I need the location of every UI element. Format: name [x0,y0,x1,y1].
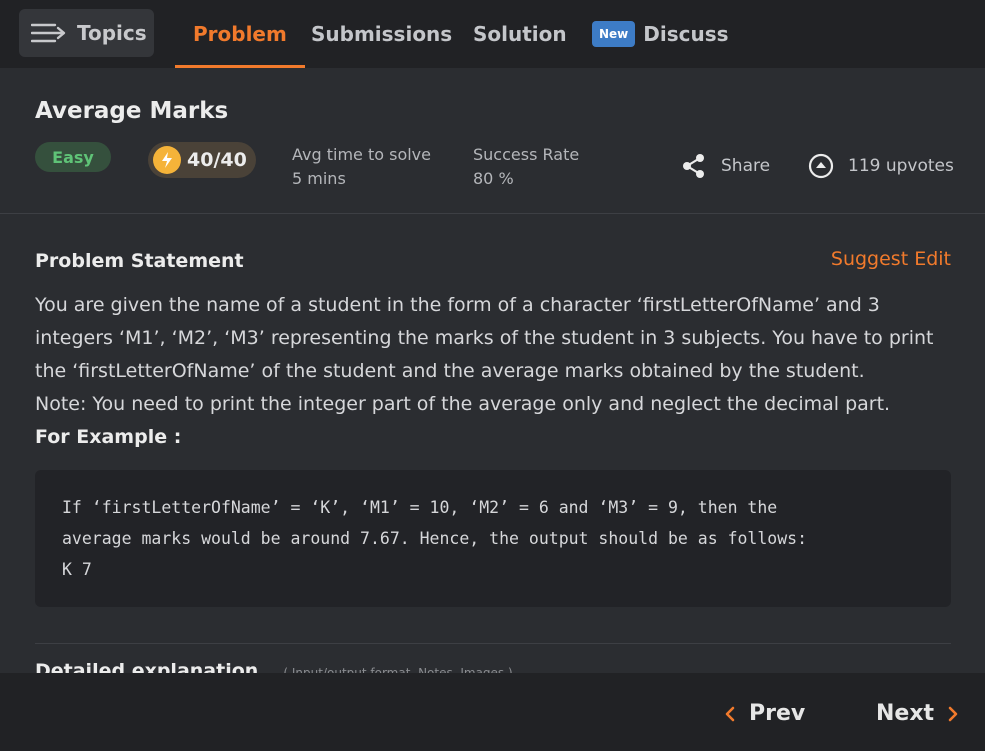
chevron-right-icon [948,706,958,721]
upvotes-label: 119 upvotes [848,156,954,176]
upvote-icon [808,153,834,179]
upvote-button[interactable]: 119 upvotes [808,153,954,179]
lightning-icon [153,146,181,174]
menu-arrow-icon [31,23,66,43]
tab-submissions[interactable]: Submissions [311,0,452,68]
share-button[interactable]: Share [681,153,770,179]
avg-time-value: 5 mins [292,169,346,188]
tab-solution-label: Solution [473,22,567,46]
code-line: If ‘firstLetterOfName’ = ‘K’, ‘M1’ = 10,… [62,498,778,517]
share-icon [683,154,704,178]
prev-button[interactable]: Prev [723,701,805,726]
description-line: You are given the name of a student in t… [35,294,880,316]
tab-solution[interactable]: Solution [473,0,567,68]
new-badge: New [592,21,636,47]
share-label: Share [721,156,771,176]
problem-title: Average Marks [35,98,229,124]
difficulty-badge: Easy [35,142,111,172]
description-line: Note: You need to print the integer part… [35,393,891,415]
problem-statement-heading: Problem Statement [35,250,244,272]
next-label: Next [876,701,935,726]
example-heading: For Example : [35,426,182,448]
topics-button[interactable]: Topics [19,9,154,57]
next-button[interactable]: Next [876,701,960,726]
chevron-left-icon [725,706,735,721]
success-rate-value: 80 % [473,169,514,188]
tab-submissions-label: Submissions [311,22,453,46]
description-line: the ‘firstLetterOfName’ of the student a… [35,360,865,382]
top-nav-bar: Topics Problem Submissions Solution New … [0,0,985,68]
prev-label: Prev [749,701,806,726]
success-rate: Success Rate 80 % [473,143,579,191]
suggest-edit-link[interactable]: Suggest Edit [831,248,951,270]
score-value: 40/40 [187,149,247,171]
problem-header: Average Marks Easy 40/40 Avg time to sol… [0,68,985,214]
tab-discuss[interactable]: New Discuss [592,0,729,68]
problem-description: You are given the name of a student in t… [35,289,955,454]
success-rate-label: Success Rate [473,145,580,164]
topics-label: Topics [77,21,147,45]
code-line: average marks would be around 7.67. Henc… [62,529,808,548]
section-divider [35,643,951,644]
code-line: K 7 [62,560,92,579]
score-badge: 40/40 [148,142,256,178]
bottom-nav-bar: Prev Next [0,673,985,751]
tab-discuss-label: Discuss [643,22,729,46]
tab-problem[interactable]: Problem [175,0,305,68]
description-line: integers ‘M1’, ‘M2’, ‘M3’ representing t… [35,327,934,349]
example-code-block: If ‘firstLetterOfName’ = ‘K’, ‘M1’ = 10,… [35,470,951,607]
tab-problem-label: Problem [193,22,287,46]
avg-time-label: Avg time to solve [292,145,431,164]
avg-time: Avg time to solve 5 mins [292,143,431,191]
